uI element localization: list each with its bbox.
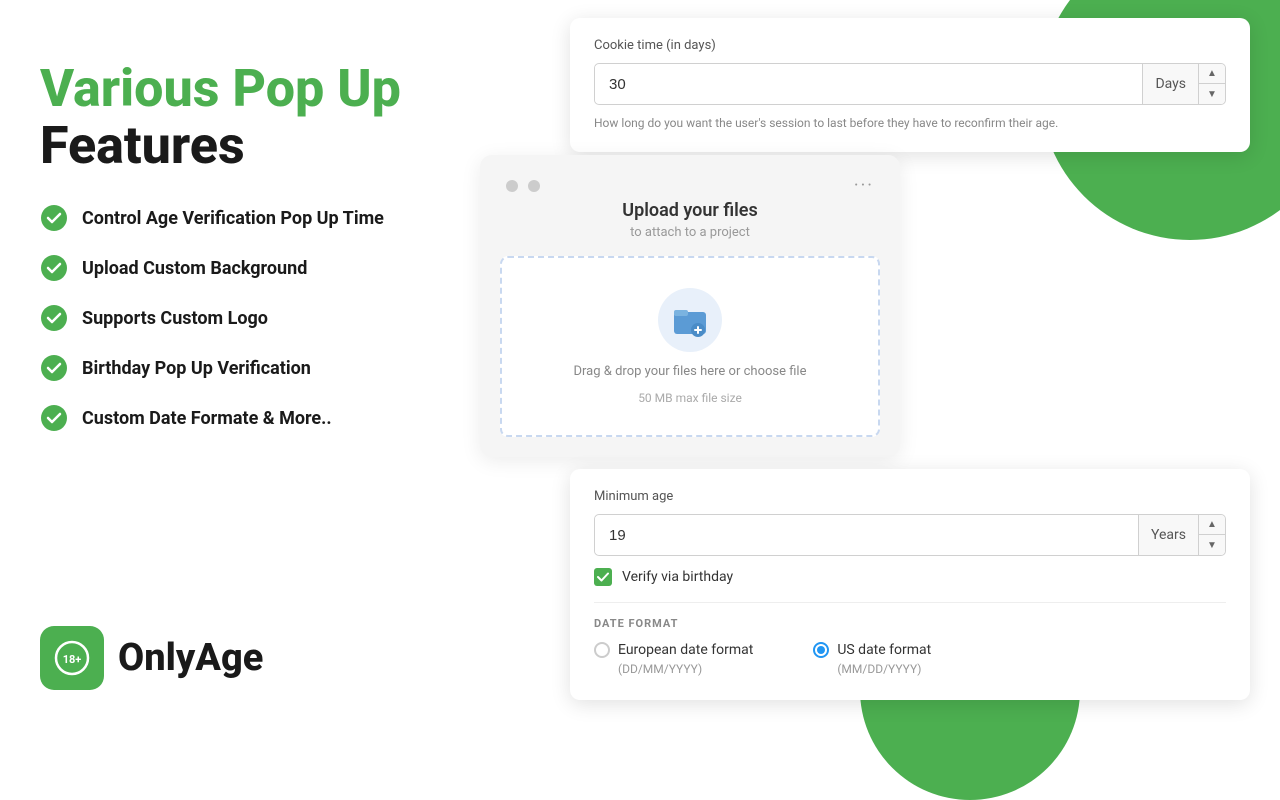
us-sub-label: (MM/DD/YYYY)	[837, 662, 931, 676]
check-icon-2	[40, 254, 68, 282]
logo-badge-icon: 18+	[50, 636, 94, 680]
folder-icon	[672, 302, 708, 338]
us-radio-row: US date format	[813, 642, 931, 658]
upload-drop-text: Drag & drop your files here or choose fi…	[574, 364, 807, 379]
logo-area: 18+ OnlyAge	[40, 626, 263, 690]
cookie-input-row: Days ▲ ▼	[594, 63, 1226, 105]
window-ctrl-minimize	[506, 180, 518, 192]
cookie-spinner: ▲ ▼	[1198, 64, 1225, 104]
age-decrement[interactable]: ▼	[1199, 535, 1225, 555]
svg-text:18+: 18+	[63, 653, 82, 666]
upload-title: Upload your files	[500, 200, 880, 221]
verify-birthday-label: Verify via birthday	[622, 569, 733, 585]
check-icon-4	[40, 354, 68, 382]
verify-birthday-checkbox[interactable]	[594, 568, 612, 586]
us-radio-label: US date format	[837, 642, 931, 658]
main-title: Various Pop Up Features	[40, 60, 440, 174]
age-card-label: Minimum age	[594, 489, 1226, 504]
cookie-decrement[interactable]: ▼	[1199, 84, 1225, 104]
logo-name: OnlyAge	[118, 636, 263, 680]
european-radio-row: European date format	[594, 642, 753, 658]
checkbox-check-icon	[597, 572, 609, 582]
european-sub-label: (DD/MM/YYYY)	[618, 662, 753, 676]
cookie-increment[interactable]: ▲	[1199, 64, 1225, 84]
title-green: Various Pop Up	[40, 58, 401, 119]
left-panel: Various Pop Up Features Control Age Veri…	[40, 60, 440, 432]
upload-subtitle: to attach to a project	[500, 225, 880, 240]
feature-item-5: Custom Date Formate & More..	[40, 404, 440, 432]
feature-item-2: Upload Custom Background	[40, 254, 440, 282]
age-card: Minimum age Years ▲ ▼ Verify via birthda…	[570, 469, 1250, 700]
cookie-card: Cookie time (in days) Days ▲ ▼ How long …	[570, 18, 1250, 152]
us-date-option[interactable]: US date format (MM/DD/YYYY)	[813, 642, 931, 676]
age-spinner: ▲ ▼	[1198, 515, 1225, 555]
right-panel: Cookie time (in days) Days ▲ ▼ How long …	[480, 0, 1280, 720]
upload-size-text: 50 MB max file size	[638, 391, 742, 405]
cookie-hint: How long do you want the user's session …	[594, 115, 1226, 132]
european-date-option[interactable]: European date format (DD/MM/YYYY)	[594, 642, 753, 676]
title-black: Features	[40, 115, 245, 176]
window-ctrl-expand	[528, 180, 540, 192]
check-icon-3	[40, 304, 68, 332]
us-radio[interactable]	[813, 642, 829, 658]
us-radio-dot	[817, 646, 825, 654]
cookie-value-input[interactable]	[595, 66, 1142, 103]
european-radio[interactable]	[594, 642, 610, 658]
date-format-options: European date format (DD/MM/YYYY) US dat…	[594, 642, 1226, 676]
age-value-input[interactable]	[595, 517, 1138, 554]
european-radio-label: European date format	[618, 642, 753, 658]
feature-item-1: Control Age Verification Pop Up Time	[40, 204, 440, 232]
window-controls	[506, 180, 540, 192]
upload-card: ··· Upload your files to attach to a pro…	[480, 155, 900, 457]
upload-dropzone[interactable]: Drag & drop your files here or choose fi…	[500, 256, 880, 437]
check-icon-1	[40, 204, 68, 232]
feature-item-4: Birthday Pop Up Verification	[40, 354, 440, 382]
upload-card-header: ···	[500, 175, 880, 196]
cookie-unit: Days	[1142, 64, 1198, 104]
check-icon-5	[40, 404, 68, 432]
age-increment[interactable]: ▲	[1199, 515, 1225, 535]
upload-card-menu[interactable]: ···	[854, 175, 874, 196]
features-list: Control Age Verification Pop Up Time Upl…	[40, 204, 440, 432]
cookie-card-label: Cookie time (in days)	[594, 38, 1226, 53]
logo-badge: 18+	[40, 626, 104, 690]
folder-icon-wrapper	[658, 288, 722, 352]
age-input-row: Years ▲ ▼	[594, 514, 1226, 556]
date-format-section: DATE FORMAT European date format (DD/MM/…	[594, 602, 1226, 676]
date-format-title: DATE FORMAT	[594, 617, 1226, 630]
feature-item-3: Supports Custom Logo	[40, 304, 440, 332]
age-unit: Years	[1138, 515, 1198, 555]
verify-birthday-row: Verify via birthday	[594, 568, 1226, 586]
